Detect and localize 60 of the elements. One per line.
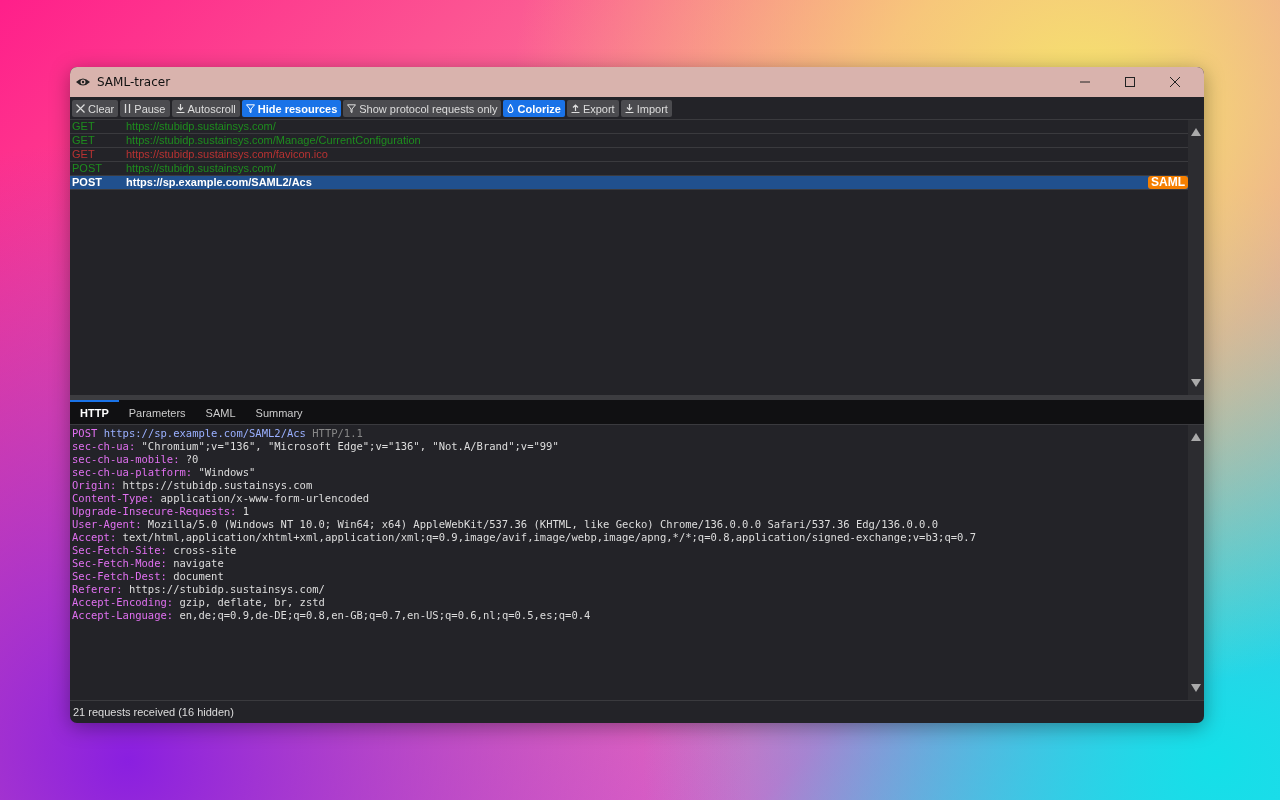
header-line: Accept-Encoding: gzip, deflate, br, zstd [72,596,326,609]
request-method: POST [72,162,103,175]
close-icon [76,104,85,113]
request-url: https://stubidp.sustainsys.com/ [126,162,276,175]
request-url: https://stubidp.sustainsys.com/ [126,120,276,133]
scroll-up-icon[interactable] [1191,433,1201,441]
scroll-down-icon[interactable] [1191,684,1201,692]
header-line: Content-Type: application/x-www-form-urlencoded [72,492,371,505]
toolbar-button[interactable]: Autoscroll [171,100,240,117]
header-line: Accept: text/html,application/xhtml+xml,application/xml;q=0.9,image/avif,image/webp,image/apng,*/*;q=0.8,application/signed-exchange;v=b3;q=0.7 [72,531,977,544]
eye-icon [75,76,91,88]
header-line: sec-ch-ua: "Chromium";v="136", "Microsoft Edge";v="136", "Not.A/Brand";v="99" [72,440,560,453]
toolbar-button[interactable]: Pause [120,100,170,117]
toolbar-button[interactable]: Export [566,100,619,117]
tab[interactable]: SAML [195,400,246,424]
request-method: GET [72,148,96,161]
header-line: Accept-Language: en,de;q=0.9,de-DE;q=0.8,en-GB;q=0.7,en-US;q=0.6,nl;q=0.5,es;q=0.4 [72,609,592,622]
header-line: Sec-Fetch-Mode: navigate [72,557,225,570]
request-url: https://stubidp.sustainsys.com/Manage/CurrentConfiguration [126,134,421,147]
upload-icon [570,104,580,113]
window-title: SAML-tracer [97,75,171,89]
pause-icon [124,104,132,113]
tab[interactable]: Summary [245,400,313,424]
filter-icon [245,104,255,113]
maximize-icon[interactable] [1125,77,1135,87]
header-line: Upgrade-Insecure-Requests: 1 [72,505,251,518]
toolbar-button[interactable]: Show protocol requests only [343,100,502,117]
request-row[interactable]: GET https://stubidp.sustainsys.com/ [70,120,1188,134]
toolbar-button[interactable]: Colorize [503,100,565,117]
toolbar-button[interactable]: Import [620,100,672,117]
request-row[interactable]: POST https://sp.example.com/SAML2/Acs SAML [70,176,1188,190]
download-icon [624,104,634,113]
header-line: sec-ch-ua-platform: "Windows" [72,466,257,479]
scrollbar[interactable] [1188,425,1204,700]
header-line: Sec-Fetch-Site: cross-site [72,544,238,557]
download-icon [175,104,185,113]
request-url: https://sp.example.com/SAML2/Acs [126,176,312,189]
request-method: GET [72,134,96,147]
saml-badge: SAML [1148,176,1188,189]
header-line: sec-ch-ua-mobile: ?0 [72,453,200,466]
scroll-up-icon[interactable] [1191,128,1201,136]
header-line: Origin: https://stubidp.sustainsys.com [72,479,314,492]
toolbar-button[interactable]: Clear [72,100,119,117]
request-line: POST https://sp.example.com/SAML2/Acs HTTP/1.1 [72,427,364,440]
drop-icon [507,104,515,113]
request-method: GET [72,120,96,133]
request-row[interactable]: GET https://stubidp.sustainsys.com/Manage/CurrentConfiguration [70,134,1188,148]
header-line: User-Agent: Mozilla/5.0 (Windows NT 10.0; Win64; x64) AppleWebKit/537.36 (KHTML, like Gecko) Chrome/136.0.0.0 Safari/537.36 Edg/136.0.0.0 [72,518,940,531]
tab[interactable]: HTTP [70,400,119,424]
toolbar-button[interactable]: Hide resources [241,100,342,117]
close-icon[interactable] [1170,77,1180,87]
scroll-down-icon[interactable] [1191,379,1201,387]
header-line: Sec-Fetch-Dest: document [72,570,225,583]
filter-icon [347,104,357,113]
tab[interactable]: Parameters [118,400,196,424]
request-method: POST [72,176,103,189]
scrollbar[interactable] [1188,120,1204,395]
header-line: Referer: https://stubidp.sustainsys.com/ [72,583,326,596]
request-url: https://stubidp.sustainsys.com/favicon.ico [126,148,328,161]
status-bar: 21 requests received (16 hidden) [70,700,1204,723]
